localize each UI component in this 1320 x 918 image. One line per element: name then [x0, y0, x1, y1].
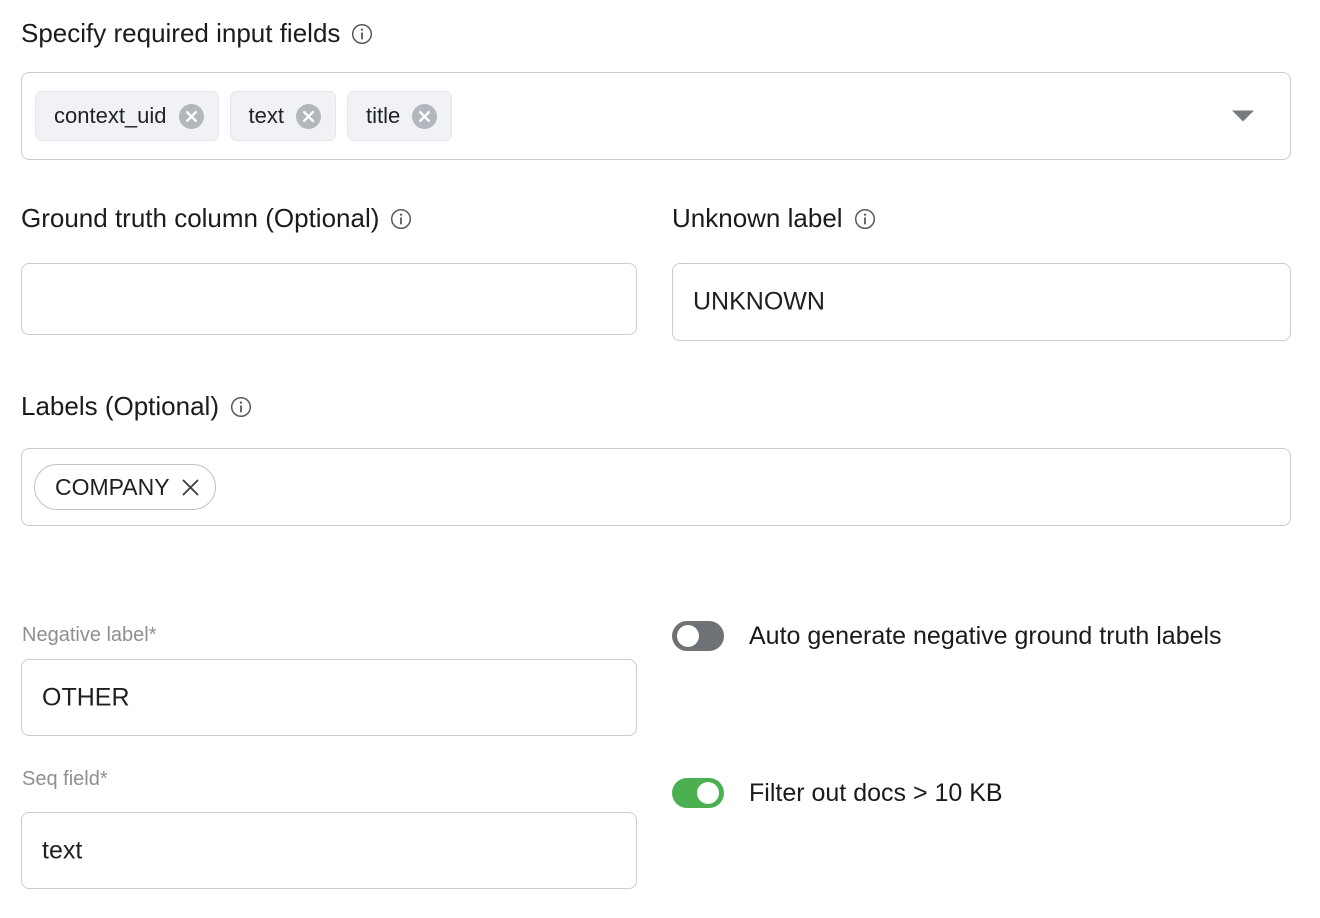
- labels-heading-row: Labels (Optional): [21, 393, 252, 419]
- unknown-label-input[interactable]: UNKNOWN: [672, 263, 1291, 341]
- filter-out-large-docs-row[interactable]: Filter out docs > 10 KB: [672, 778, 1003, 808]
- chip-context_uid[interactable]: context_uid: [35, 91, 219, 141]
- info-circle-icon[interactable]: [390, 208, 412, 230]
- remove-circle-icon[interactable]: [178, 103, 204, 129]
- chip-list: context_uid text title: [35, 91, 453, 141]
- labels-multiselect[interactable]: COMPANY: [21, 448, 1291, 526]
- chip-label: text: [248, 103, 284, 128]
- chip-label: context_uid: [54, 103, 167, 128]
- unknown-label-heading: Unknown label: [672, 203, 843, 233]
- input-fields-heading: Specify required input fields: [21, 18, 341, 48]
- seq-field-input[interactable]: text: [21, 812, 637, 889]
- labels-heading: Labels (Optional): [21, 391, 219, 421]
- ground-truth-heading-row: Ground truth column (Optional): [21, 205, 412, 231]
- chip-label: COMPANY: [55, 473, 170, 500]
- info-circle-icon[interactable]: [854, 208, 876, 230]
- unknown-label-heading-row: Unknown label: [672, 205, 876, 231]
- ground-truth-column-input[interactable]: [21, 263, 637, 335]
- toggle-knob: [697, 782, 719, 804]
- toggle-knob: [677, 625, 699, 647]
- negative-label-value: OTHER: [42, 683, 130, 711]
- info-circle-icon[interactable]: [351, 23, 373, 45]
- form-page: Specify required input fields context_ui…: [0, 0, 1320, 918]
- filter-out-large-docs-label: Filter out docs > 10 KB: [749, 778, 1003, 807]
- required-input-fields-multiselect[interactable]: context_uid text title: [21, 72, 1291, 160]
- remove-circle-icon[interactable]: [296, 103, 321, 129]
- ground-truth-heading: Ground truth column (Optional): [21, 203, 380, 233]
- auto-generate-negative-labels-row[interactable]: Auto generate negative ground truth labe…: [672, 621, 1222, 651]
- filter-out-large-docs-toggle[interactable]: [672, 778, 724, 808]
- info-circle-icon[interactable]: [230, 396, 252, 418]
- auto-generate-negative-labels-label: Auto generate negative ground truth labe…: [749, 621, 1222, 650]
- input-fields-heading-row: Specify required input fields: [21, 20, 373, 46]
- negative-label-label: Negative label*: [22, 624, 157, 646]
- seq-field-label: Seq field*: [22, 768, 108, 790]
- chip-title[interactable]: title: [347, 91, 453, 141]
- seq-field-value: text: [42, 836, 83, 864]
- auto-generate-negative-labels-toggle[interactable]: [672, 621, 724, 651]
- caret-down-icon[interactable]: [1232, 110, 1254, 122]
- chip-company[interactable]: COMPANY: [34, 464, 216, 510]
- negative-label-input[interactable]: OTHER: [21, 659, 637, 736]
- labels-chip-list: COMPANY: [34, 464, 216, 510]
- remove-circle-icon[interactable]: [412, 103, 438, 129]
- chip-text[interactable]: text: [229, 91, 336, 141]
- close-x-icon[interactable]: [180, 477, 201, 498]
- unknown-label-value: UNKNOWN: [693, 287, 825, 316]
- chip-label: title: [366, 103, 401, 128]
